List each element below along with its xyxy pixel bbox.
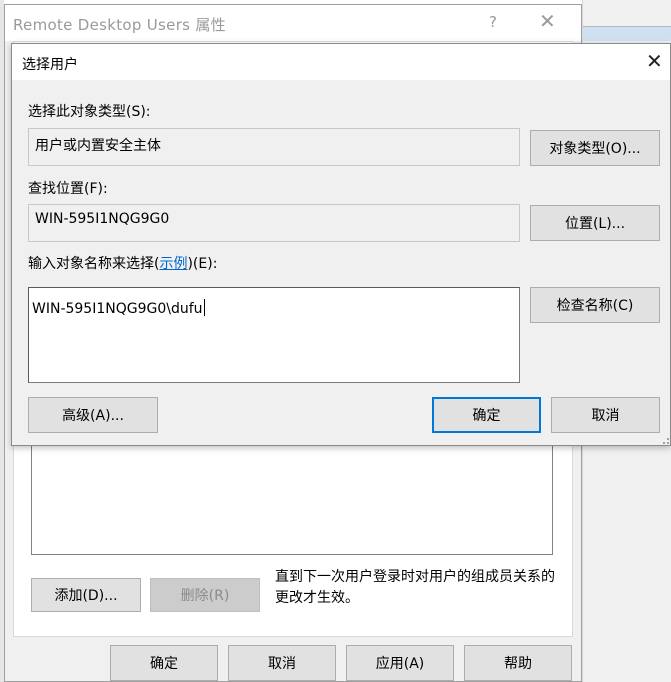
select-users-dialog: 选择用户 ✕ 选择此对象类型(S): 用户或内置安全主体 对象类型(O)... … [11,43,671,446]
resize-grip-icon[interactable] [658,433,670,445]
properties-titlebar: Remote Desktop Users 属性 ? ✕ [5,5,581,41]
dialog-title: 选择用户 [22,57,78,73]
object-names-input[interactable]: WIN-595I1NQG9G0\dufu [28,287,520,383]
remove-button: 删除(R) [150,578,260,612]
properties-cancel-button[interactable]: 取消 [228,645,336,681]
dialog-titlebar: 选择用户 ✕ [12,44,670,80]
locations-button[interactable]: 位置(L)... [530,205,660,241]
membership-change-note: 直到下一次用户登录时对用户的组成员关系的更改才生效。 [275,569,555,606]
help-icon[interactable]: ? [489,13,497,31]
apply-button[interactable]: 应用(A) [346,645,454,681]
add-button[interactable]: 添加(D)... [31,578,141,612]
advanced-button[interactable]: 高级(A)... [28,397,158,433]
dialog-ok-button[interactable]: 确定 [432,397,541,433]
help-button[interactable]: 帮助 [464,645,572,681]
properties-ok-button[interactable]: 确定 [110,645,218,681]
object-names-value: WIN-595I1NQG9G0\dufu [32,299,205,317]
dialog-close-icon[interactable]: ✕ [646,50,663,72]
background-selection-strip [583,27,671,41]
object-type-label: 选择此对象类型(S): [28,104,151,120]
check-names-button[interactable]: 检查名称(C) [530,287,660,323]
object-type-field: 用户或内置安全主体 [28,128,520,166]
location-label: 查找位置(F): [28,181,108,197]
examples-link[interactable]: 示例 [159,256,187,272]
properties-window-title: Remote Desktop Users 属性 [13,16,226,34]
object-types-button[interactable]: 对象类型(O)... [530,130,660,166]
text-caret [203,299,205,316]
dialog-cancel-button[interactable]: 取消 [551,397,660,433]
location-field: WIN-595I1NQG9G0 [28,204,520,242]
close-icon[interactable]: ✕ [539,10,556,32]
object-names-label: 输入对象名称来选择(示例)(E): [28,256,218,272]
